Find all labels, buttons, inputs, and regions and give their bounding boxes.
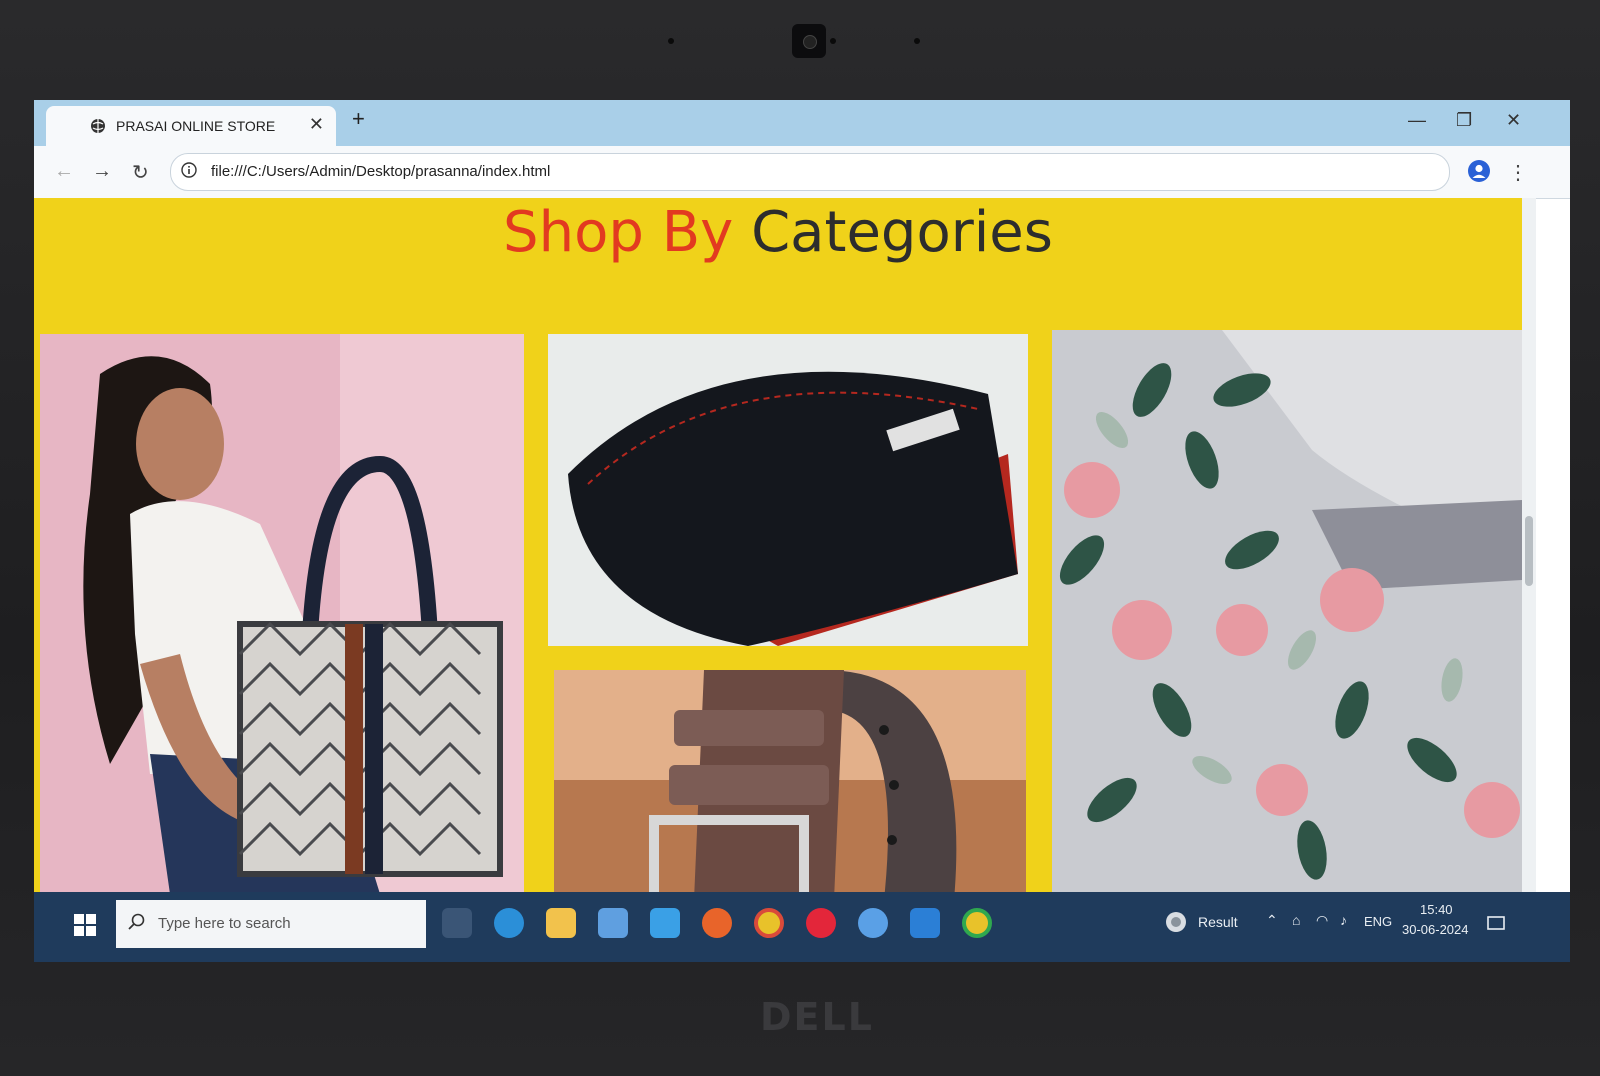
mail-icon[interactable] — [650, 908, 680, 938]
browser-menu-button[interactable]: ⋮ — [1508, 160, 1528, 185]
screen: PRASAI ONLINE STORE ✕ + — ❐ ✕ ← → ↻ file… — [34, 100, 1570, 962]
search-placeholder: Type here to search — [158, 915, 291, 932]
tab-strip: PRASAI ONLINE STORE ✕ + — ❐ ✕ — [34, 100, 1570, 146]
page-content: Shop By Categories — [34, 198, 1522, 892]
category-tile-wallet[interactable] — [548, 334, 1028, 646]
address-bar[interactable]: file:///C:/Users/Admin/Desktop/prasanna/… — [170, 153, 1450, 191]
webcam-icon — [792, 24, 826, 58]
volume-icon[interactable]: ♪ — [1340, 912, 1347, 928]
page-scrollbar[interactable] — [1522, 198, 1536, 892]
windows-start-icon[interactable] — [74, 914, 96, 936]
taskbar-search[interactable]: Type here to search — [116, 900, 426, 948]
brand-logo: DELL — [760, 995, 874, 1039]
file-explorer-icon[interactable] — [546, 908, 576, 938]
url-text[interactable]: file:///C:/Users/Admin/Desktop/prasanna/… — [211, 163, 550, 180]
globe-icon — [91, 119, 105, 133]
clock-date[interactable]: 30-06-2024 — [1402, 922, 1469, 937]
store-icon[interactable] — [598, 908, 628, 938]
profile-icon[interactable] — [1468, 160, 1490, 182]
tab-close-icon[interactable]: ✕ — [309, 114, 324, 135]
wallet-photo — [548, 334, 1028, 646]
forward-button[interactable]: → — [92, 160, 112, 183]
chrome-profile-icon[interactable] — [858, 908, 888, 938]
window-close-button[interactable]: ✕ — [1506, 110, 1521, 131]
heading-rest: Categories — [751, 200, 1053, 265]
category-tile-handbag[interactable] — [40, 334, 524, 892]
heading-accent: Shop By — [503, 200, 734, 265]
taskbar: Type here to search Result ⌃ ⌂ ◠ ♪ ENG 1… — [34, 892, 1570, 962]
network-icon[interactable]: ⌂ — [1292, 912, 1300, 928]
camera-sensor-dot — [914, 38, 920, 44]
back-button[interactable]: ← — [54, 160, 74, 183]
info-icon[interactable] — [181, 162, 197, 178]
task-view-icon[interactable] — [442, 908, 472, 938]
edge-icon[interactable] — [494, 908, 524, 938]
browser-toolbar: ← → ↻ file:///C:/Users/Admin/Desktop/pra… — [34, 146, 1570, 199]
firefox-icon[interactable] — [702, 908, 732, 938]
scrollbar-thumb[interactable] — [1525, 516, 1533, 586]
chevron-up-icon[interactable]: ⌃ — [1266, 912, 1278, 929]
vscode-icon[interactable] — [910, 908, 940, 938]
clock-time[interactable]: 15:40 — [1420, 902, 1453, 917]
reload-button[interactable]: ↻ — [132, 160, 149, 185]
tab-title: PRASAI ONLINE STORE — [116, 118, 276, 134]
handbag-photo — [40, 334, 524, 892]
new-tab-button[interactable]: + — [352, 106, 365, 132]
wifi-icon[interactable]: ◠ — [1316, 912, 1328, 929]
notification-icon[interactable] — [1486, 914, 1506, 934]
search-icon — [128, 913, 145, 930]
tab-active[interactable]: PRASAI ONLINE STORE ✕ — [46, 106, 336, 146]
weather-label[interactable]: Result — [1198, 914, 1238, 930]
floral-fabric-photo — [1052, 330, 1522, 892]
weather-icon[interactable] — [1164, 910, 1188, 934]
category-tile-floral-fabric[interactable] — [1052, 330, 1522, 892]
belt-photo — [554, 670, 1026, 892]
chrome-icon[interactable] — [754, 908, 784, 938]
section-heading: Shop By Categories — [34, 200, 1522, 265]
camera-sensor-dot — [830, 38, 836, 44]
restore-button[interactable]: ❐ — [1456, 110, 1472, 131]
opera-icon[interactable] — [806, 908, 836, 938]
minimize-button[interactable]: — — [1408, 110, 1426, 131]
language-indicator[interactable]: ENG — [1364, 914, 1392, 929]
category-tile-belt[interactable] — [554, 670, 1026, 892]
chrome-active-icon[interactable] — [962, 908, 992, 938]
camera-sensor-dot — [668, 38, 674, 44]
